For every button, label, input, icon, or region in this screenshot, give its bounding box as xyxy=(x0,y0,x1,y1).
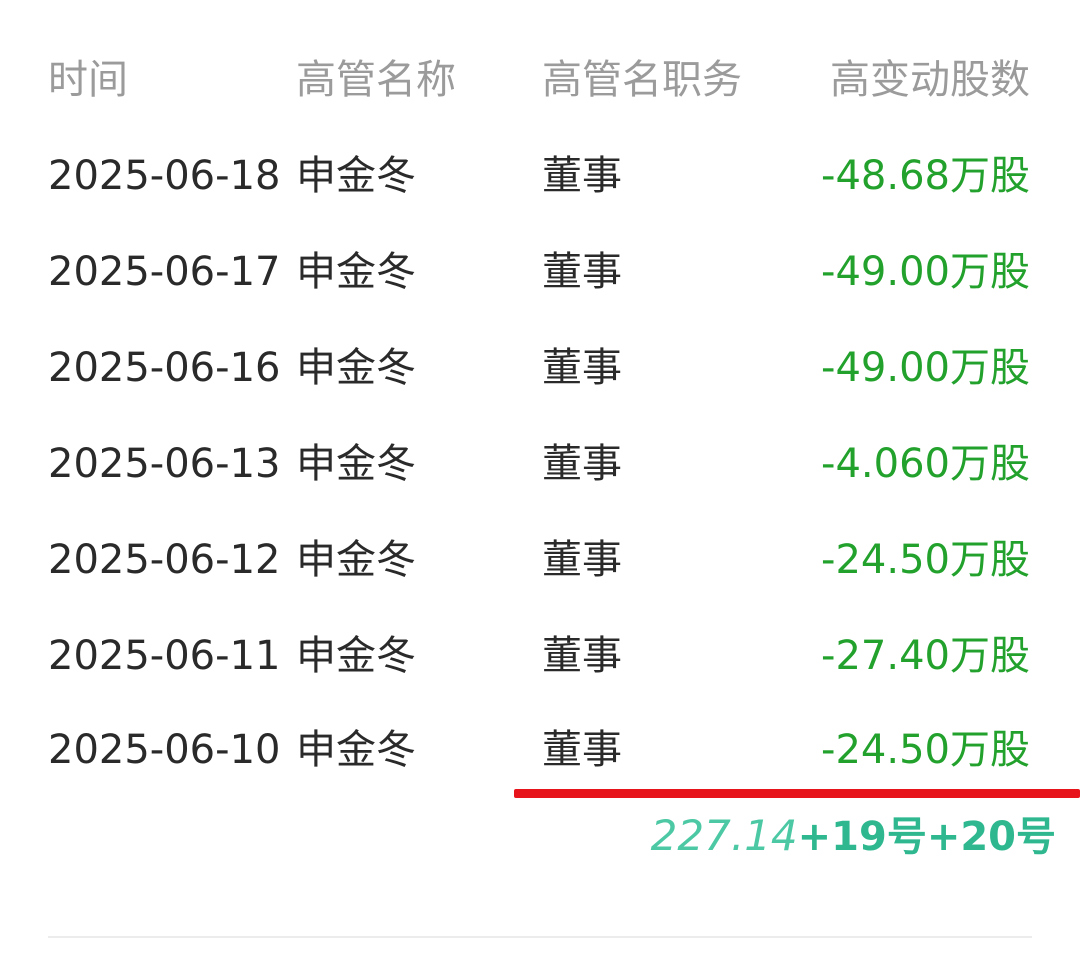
header-executive-title[interactable]: 高管名职务 xyxy=(542,52,742,108)
table-header: 时间 高管名称 高管名职务 高变动股数 xyxy=(0,52,1080,108)
bottom-divider xyxy=(48,936,1032,938)
row-executive-name: 申金冬 xyxy=(296,345,416,391)
row-share-change: -4.060万股 xyxy=(821,441,1030,487)
row-executive-title: 董事 xyxy=(542,153,622,199)
row-executive-name: 申金冬 xyxy=(296,633,416,679)
row-executive-title: 董事 xyxy=(542,441,622,487)
row-date: 2025-06-17 xyxy=(48,249,281,295)
row-executive-title: 董事 xyxy=(542,727,622,773)
row-date: 2025-06-11 xyxy=(48,633,281,679)
table-row[interactable]: 2025-06-11 申金冬 董事 -27.40万股 xyxy=(0,628,1080,684)
row-share-change: -49.00万股 xyxy=(821,249,1030,295)
table-row[interactable]: 2025-06-10 申金冬 董事 -24.50万股 xyxy=(0,722,1080,778)
row-date: 2025-06-12 xyxy=(48,537,281,583)
row-share-change: -48.68万股 xyxy=(821,153,1030,199)
row-date: 2025-06-16 xyxy=(48,345,281,391)
row-date: 2025-06-13 xyxy=(48,441,281,487)
annotation-total: 227.14 xyxy=(650,811,798,860)
table-row[interactable]: 2025-06-16 申金冬 董事 -49.00万股 xyxy=(0,340,1080,396)
row-executive-name: 申金冬 xyxy=(296,441,416,487)
row-executive-title: 董事 xyxy=(542,537,622,583)
row-executive-title: 董事 xyxy=(542,633,622,679)
row-share-change: -24.50万股 xyxy=(821,727,1030,773)
annotation-suffix: +19号+20号 xyxy=(797,814,1056,860)
row-executive-title: 董事 xyxy=(542,249,622,295)
table-row[interactable]: 2025-06-17 申金冬 董事 -49.00万股 xyxy=(0,244,1080,300)
header-executive-name[interactable]: 高管名称 xyxy=(296,52,456,108)
red-highlight-underline xyxy=(514,789,1080,798)
row-share-change: -24.50万股 xyxy=(821,537,1030,583)
row-share-change: -27.40万股 xyxy=(821,633,1030,679)
row-executive-name: 申金冬 xyxy=(296,153,416,199)
row-executive-name: 申金冬 xyxy=(296,249,416,295)
row-date: 2025-06-10 xyxy=(48,727,281,773)
row-executive-title: 董事 xyxy=(542,345,622,391)
row-executive-name: 申金冬 xyxy=(296,727,416,773)
table-row[interactable]: 2025-06-13 申金冬 董事 -4.060万股 xyxy=(0,436,1080,492)
row-executive-name: 申金冬 xyxy=(296,537,416,583)
row-share-change: -49.00万股 xyxy=(821,345,1030,391)
handwritten-total-annotation: 227.14+19号+20号 xyxy=(651,806,1056,866)
table-row[interactable]: 2025-06-12 申金冬 董事 -24.50万股 xyxy=(0,532,1080,588)
header-date[interactable]: 时间 xyxy=(48,52,128,108)
row-date: 2025-06-18 xyxy=(48,153,281,199)
header-share-change[interactable]: 高变动股数 xyxy=(830,52,1030,108)
table-row[interactable]: 2025-06-18 申金冬 董事 -48.68万股 xyxy=(0,148,1080,204)
